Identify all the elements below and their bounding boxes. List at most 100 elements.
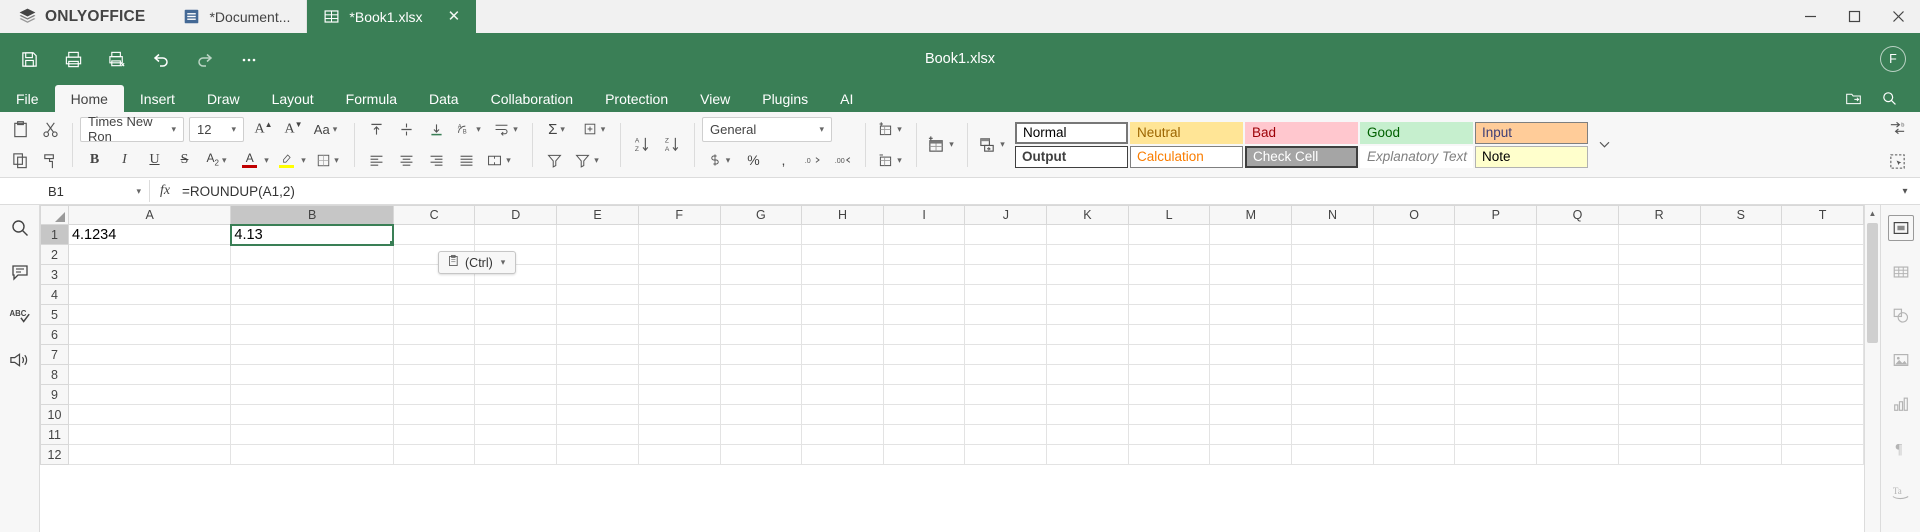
insert-cells-icon[interactable]: ▾: [873, 116, 909, 143]
cell-K11[interactable]: [1046, 424, 1129, 445]
cell-style-good[interactable]: Good: [1360, 121, 1473, 144]
cell-D9[interactable]: [474, 384, 558, 405]
cell-G3[interactable]: [719, 264, 803, 285]
save-icon[interactable]: [8, 40, 50, 78]
column-header-K[interactable]: K: [1046, 205, 1129, 225]
column-header-B[interactable]: B: [230, 205, 394, 225]
cell-F5[interactable]: [637, 304, 721, 325]
cell-M6[interactable]: [1209, 324, 1293, 345]
cell-B3[interactable]: [230, 264, 394, 285]
cell-F8[interactable]: [637, 364, 721, 385]
cell-N4[interactable]: [1291, 284, 1374, 305]
scroll-up-icon[interactable]: ▲: [1865, 205, 1881, 221]
cell-K2[interactable]: [1046, 244, 1129, 265]
column-header-P[interactable]: P: [1454, 205, 1538, 225]
cell-P8[interactable]: [1454, 364, 1538, 385]
cell-G9[interactable]: [719, 384, 803, 405]
cell-B5[interactable]: [230, 304, 394, 325]
cell-L12[interactable]: [1127, 444, 1211, 465]
cell-I7[interactable]: [882, 344, 966, 365]
font-name-select[interactable]: Times New Ron ▾: [80, 114, 184, 144]
cell-R8[interactable]: [1617, 364, 1701, 385]
column-header-O[interactable]: O: [1372, 205, 1456, 225]
align-left-icon[interactable]: [362, 147, 391, 174]
cell-D1[interactable]: [474, 224, 558, 245]
cell-G11[interactable]: [719, 424, 803, 445]
undo-icon[interactable]: [140, 40, 182, 78]
row-header-5[interactable]: 5: [40, 304, 69, 325]
cell-I12[interactable]: [882, 444, 966, 465]
strikethrough-button[interactable]: S: [170, 147, 199, 174]
name-box[interactable]: B1 ▾: [40, 180, 150, 202]
cell-H12[interactable]: [801, 444, 884, 465]
column-header-I[interactable]: I: [882, 205, 966, 225]
cell-O1[interactable]: [1372, 224, 1456, 245]
menu-item-ai[interactable]: AI: [824, 85, 869, 112]
cell-C5[interactable]: [392, 304, 476, 325]
cell-M2[interactable]: [1209, 244, 1293, 265]
row-header-7[interactable]: 7: [40, 344, 69, 365]
cell-O5[interactable]: [1372, 304, 1456, 325]
align-middle-icon[interactable]: [392, 116, 421, 143]
cell-P12[interactable]: [1454, 444, 1538, 465]
cell-H8[interactable]: [801, 364, 884, 385]
cell-T9[interactable]: [1781, 384, 1864, 405]
cell-H7[interactable]: [801, 344, 884, 365]
comma-style-icon[interactable]: ,: [769, 147, 798, 174]
cell-I1[interactable]: [882, 224, 966, 245]
cell-I3[interactable]: [882, 264, 966, 285]
row-header-12[interactable]: 12: [40, 444, 69, 465]
insert-function-symbol[interactable]: fx: [150, 183, 180, 199]
cell-G12[interactable]: [719, 444, 803, 465]
cell-A12[interactable]: [67, 444, 232, 465]
cell-M8[interactable]: [1209, 364, 1293, 385]
bold-button[interactable]: B: [80, 147, 109, 174]
cell-R5[interactable]: [1617, 304, 1701, 325]
spreadsheet-grid[interactable]: A B C D E F G H I J K L M N O P Q R S T …: [40, 205, 1864, 532]
cell-O9[interactable]: [1372, 384, 1456, 405]
cell-G7[interactable]: [719, 344, 803, 365]
cell-N8[interactable]: [1291, 364, 1374, 385]
scrollbar-thumb[interactable]: [1867, 223, 1878, 343]
font-color-button[interactable]: A ▾: [237, 147, 273, 174]
cell-B4[interactable]: [230, 284, 394, 305]
cell-B7[interactable]: [230, 344, 394, 365]
percent-style-icon[interactable]: %: [739, 147, 768, 174]
cell-O6[interactable]: [1372, 324, 1456, 345]
cell-O3[interactable]: [1372, 264, 1456, 285]
cell-S8[interactable]: [1699, 364, 1783, 385]
cell-N9[interactable]: [1291, 384, 1374, 405]
cell-Q11[interactable]: [1536, 424, 1619, 445]
align-bottom-icon[interactable]: [422, 116, 451, 143]
search-icon[interactable]: [1874, 85, 1904, 112]
cell-T12[interactable]: [1781, 444, 1864, 465]
cell-R2[interactable]: [1617, 244, 1701, 265]
delete-cells-icon[interactable]: ▾: [873, 147, 909, 174]
column-header-G[interactable]: G: [719, 205, 803, 225]
number-format-select[interactable]: General ▾: [702, 116, 832, 142]
cell-J2[interactable]: [964, 244, 1048, 265]
cell-R10[interactable]: [1617, 404, 1701, 425]
borders-button[interactable]: ▾: [311, 147, 347, 174]
cell-style-bad[interactable]: Bad: [1245, 121, 1358, 144]
cell-T2[interactable]: [1781, 244, 1864, 265]
doc-tab-document[interactable]: *Document...: [167, 0, 308, 33]
cell-I10[interactable]: [882, 404, 966, 425]
justify-icon[interactable]: [452, 147, 481, 174]
cell-I5[interactable]: [882, 304, 966, 325]
expand-formula-bar-icon[interactable]: ▾: [1890, 186, 1920, 197]
cell-J4[interactable]: [964, 284, 1048, 305]
cell-D4[interactable]: [474, 284, 558, 305]
cell-C10[interactable]: [392, 404, 476, 425]
cell-P1[interactable]: [1454, 224, 1538, 245]
cell-S5[interactable]: [1699, 304, 1783, 325]
minimize-icon[interactable]: [1788, 0, 1832, 33]
cell-D6[interactable]: [474, 324, 558, 345]
cell-B10[interactable]: [230, 404, 394, 425]
table-settings-icon[interactable]: [1888, 259, 1914, 285]
cell-D10[interactable]: [474, 404, 558, 425]
cell-M12[interactable]: [1209, 444, 1293, 465]
cell-K4[interactable]: [1046, 284, 1129, 305]
column-header-Q[interactable]: Q: [1536, 205, 1619, 225]
cell-R11[interactable]: [1617, 424, 1701, 445]
